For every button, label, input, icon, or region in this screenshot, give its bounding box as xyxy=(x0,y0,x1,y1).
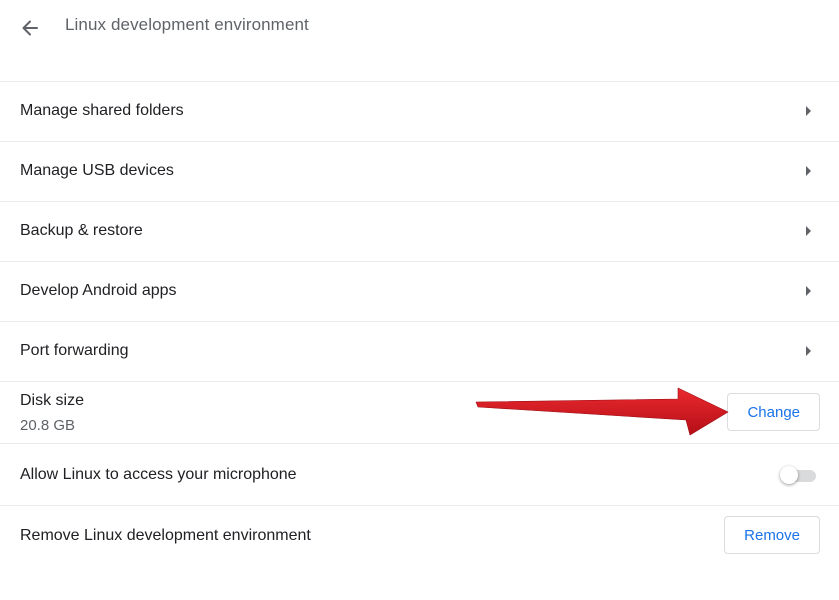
page-title: Linux development environment xyxy=(65,15,309,34)
disk-size-label: Disk size xyxy=(20,392,85,409)
disk-size-value: 20.8 GB xyxy=(20,417,76,434)
chevron-right-icon xyxy=(806,286,811,296)
row-label: Backup & restore xyxy=(20,222,143,239)
row-label: Manage USB devices xyxy=(20,162,174,179)
arrow-back-icon xyxy=(22,20,38,36)
remove-linux-label: Remove Linux development environment xyxy=(20,527,311,544)
row-label: Port forwarding xyxy=(20,342,129,359)
manage-usb-devices-row[interactable]: Manage USB devices xyxy=(0,142,839,202)
row-label: Manage shared folders xyxy=(20,102,184,119)
back-button[interactable] xyxy=(14,12,46,44)
change-disk-size-button[interactable]: Change xyxy=(727,393,820,431)
backup-restore-row[interactable]: Backup & restore xyxy=(0,202,839,262)
port-forwarding-row[interactable]: Port forwarding xyxy=(0,322,839,382)
remove-linux-row: Remove Linux development environment Rem… xyxy=(0,506,839,566)
microphone-toggle[interactable] xyxy=(780,466,816,484)
chevron-right-icon xyxy=(806,106,811,116)
settings-page: Linux development environment Manage sha… xyxy=(0,0,839,600)
remove-linux-button[interactable]: Remove xyxy=(724,516,820,554)
chevron-right-icon xyxy=(806,166,811,176)
disk-size-row: Disk size 20.8 GB Change xyxy=(0,382,839,444)
chevron-right-icon xyxy=(806,346,811,356)
chevron-right-icon xyxy=(806,226,811,236)
row-label: Develop Android apps xyxy=(20,282,177,299)
toggle-knob xyxy=(780,466,798,484)
page-header: Linux development environment xyxy=(0,0,839,82)
microphone-row: Allow Linux to access your microphone xyxy=(0,444,839,506)
microphone-label: Allow Linux to access your microphone xyxy=(20,466,297,483)
develop-android-apps-row[interactable]: Develop Android apps xyxy=(0,262,839,322)
manage-shared-folders-row[interactable]: Manage shared folders xyxy=(0,82,839,142)
